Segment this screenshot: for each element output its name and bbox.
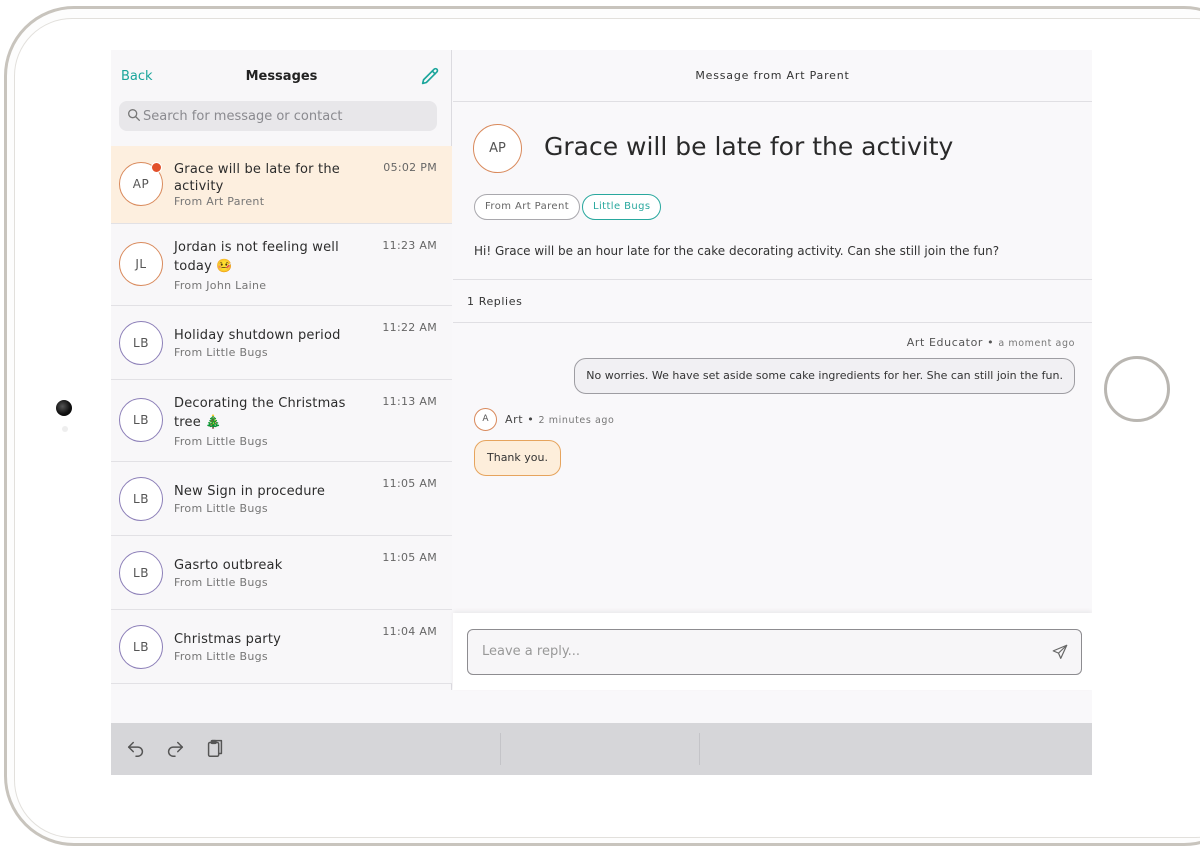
avatar: LB <box>119 398 163 442</box>
list-item[interactable]: LB Holiday shutdown period From Little B… <box>111 306 452 380</box>
list-item[interactable]: LB Decorating the Christmas tree 🎄 From … <box>111 380 452 462</box>
reply-author: Art Educator <box>906 336 984 349</box>
avatar: LB <box>119 477 163 521</box>
list-item[interactable]: LB Gasrto outbreak From Little Bugs 11:0… <box>111 536 452 610</box>
avatar: LB <box>119 551 163 595</box>
reply-input[interactable] <box>482 630 1042 673</box>
tablet-device: Back Messages AP Grace w <box>0 0 1200 846</box>
list-item[interactable]: JL Jordan is not feeling well today 🤒 Fr… <box>111 224 452 306</box>
message-body: Hi! Grace will be an hour late for the c… <box>474 244 1000 258</box>
message-sender: From Art Parent <box>174 195 265 208</box>
message-sender: From Little Bugs <box>174 346 268 359</box>
message-list-pane: Back Messages AP Grace w <box>111 50 452 690</box>
send-icon[interactable] <box>1051 643 1069 661</box>
message-time: 11:23 AM <box>382 239 437 252</box>
clipboard-icon[interactable] <box>204 737 226 759</box>
avatar: AP <box>473 124 522 173</box>
message-time: 11:05 AM <box>382 551 437 564</box>
detail-header: Message from Art Parent <box>453 50 1092 102</box>
message-title: Holiday shutdown period <box>174 328 341 343</box>
search-bar[interactable] <box>119 101 437 131</box>
message-sender: From Little Bugs <box>174 435 268 448</box>
search-input[interactable] <box>143 101 433 131</box>
message-title: Grace will be late for the activity <box>174 162 340 194</box>
undo-icon[interactable] <box>125 737 147 759</box>
page-title: Messages <box>245 69 318 84</box>
search-icon <box>127 109 140 121</box>
detail-header-title: Message from Art Parent <box>695 69 850 82</box>
message-time: 05:02 PM <box>383 161 437 174</box>
group-tag[interactable]: Little Bugs <box>582 194 662 220</box>
message-sender: From Little Bugs <box>174 502 268 515</box>
message-detail-pane: Message from Art Parent AP Grace will be… <box>453 50 1092 690</box>
list-item[interactable]: LB Christmas party From Little Bugs 11:0… <box>111 610 452 684</box>
keyboard-toolbar <box>111 723 1092 775</box>
separator-dot: • <box>527 413 539 426</box>
message-title: New Sign in procedure <box>174 484 326 499</box>
divider <box>453 322 1092 323</box>
camera-icon <box>56 400 72 416</box>
avatar: LB <box>119 321 163 365</box>
sender-tag[interactable]: From Art Parent <box>474 194 581 220</box>
reply-bubble-parent: Thank you. <box>474 440 561 476</box>
message-time: 11:04 AM <box>382 625 437 638</box>
message-time: 11:13 AM <box>382 395 437 408</box>
separator-dot: • <box>987 336 999 349</box>
message-sender: From Little Bugs <box>174 576 268 589</box>
replies-count: 1 Replies <box>467 295 523 308</box>
divider <box>453 279 1092 280</box>
toolbar-separator <box>500 733 501 765</box>
avatar: JL <box>119 242 163 286</box>
reply-bubble-educator: No worries. We have set aside some cake … <box>574 358 1075 394</box>
reply-meta: Art • 2 minutes ago <box>505 413 614 426</box>
avatar: A <box>474 408 497 431</box>
list-item[interactable]: LB New Sign in procedure From Little Bug… <box>111 462 452 536</box>
message-time: 11:05 AM <box>382 477 437 490</box>
sensor-dot <box>62 426 68 432</box>
list-header: Back Messages <box>111 50 452 100</box>
message-sender: From John Laine <box>174 279 267 292</box>
reply-time: 2 minutes ago <box>538 415 615 426</box>
message-sender: From Little Bugs <box>174 650 268 663</box>
reply-field-wrapper[interactable] <box>467 629 1082 675</box>
message-title: Christmas party <box>174 632 282 647</box>
app-screen: Back Messages AP Grace w <box>111 50 1092 775</box>
unread-badge <box>151 162 162 173</box>
message-title: Jordan is not feeling well today 🤒 <box>174 240 339 274</box>
message-time: 11:22 AM <box>382 321 437 334</box>
reply-meta: Art Educator • a moment ago <box>907 336 1075 349</box>
reply-author: Art <box>505 413 524 426</box>
home-button[interactable] <box>1104 356 1170 422</box>
message-title: Gasrto outbreak <box>174 558 283 573</box>
message-heading: Grace will be late for the activity <box>544 132 954 161</box>
list-item-selected[interactable]: AP Grace will be late for the activity F… <box>111 146 452 224</box>
reply-time: a moment ago <box>998 338 1075 349</box>
redo-icon[interactable] <box>164 737 186 759</box>
reply-composer <box>453 613 1092 690</box>
message-title: Decorating the Christmas tree 🎄 <box>174 396 346 430</box>
avatar: LB <box>119 625 163 669</box>
toolbar-separator <box>699 733 700 765</box>
edit-icon[interactable] <box>419 66 441 88</box>
